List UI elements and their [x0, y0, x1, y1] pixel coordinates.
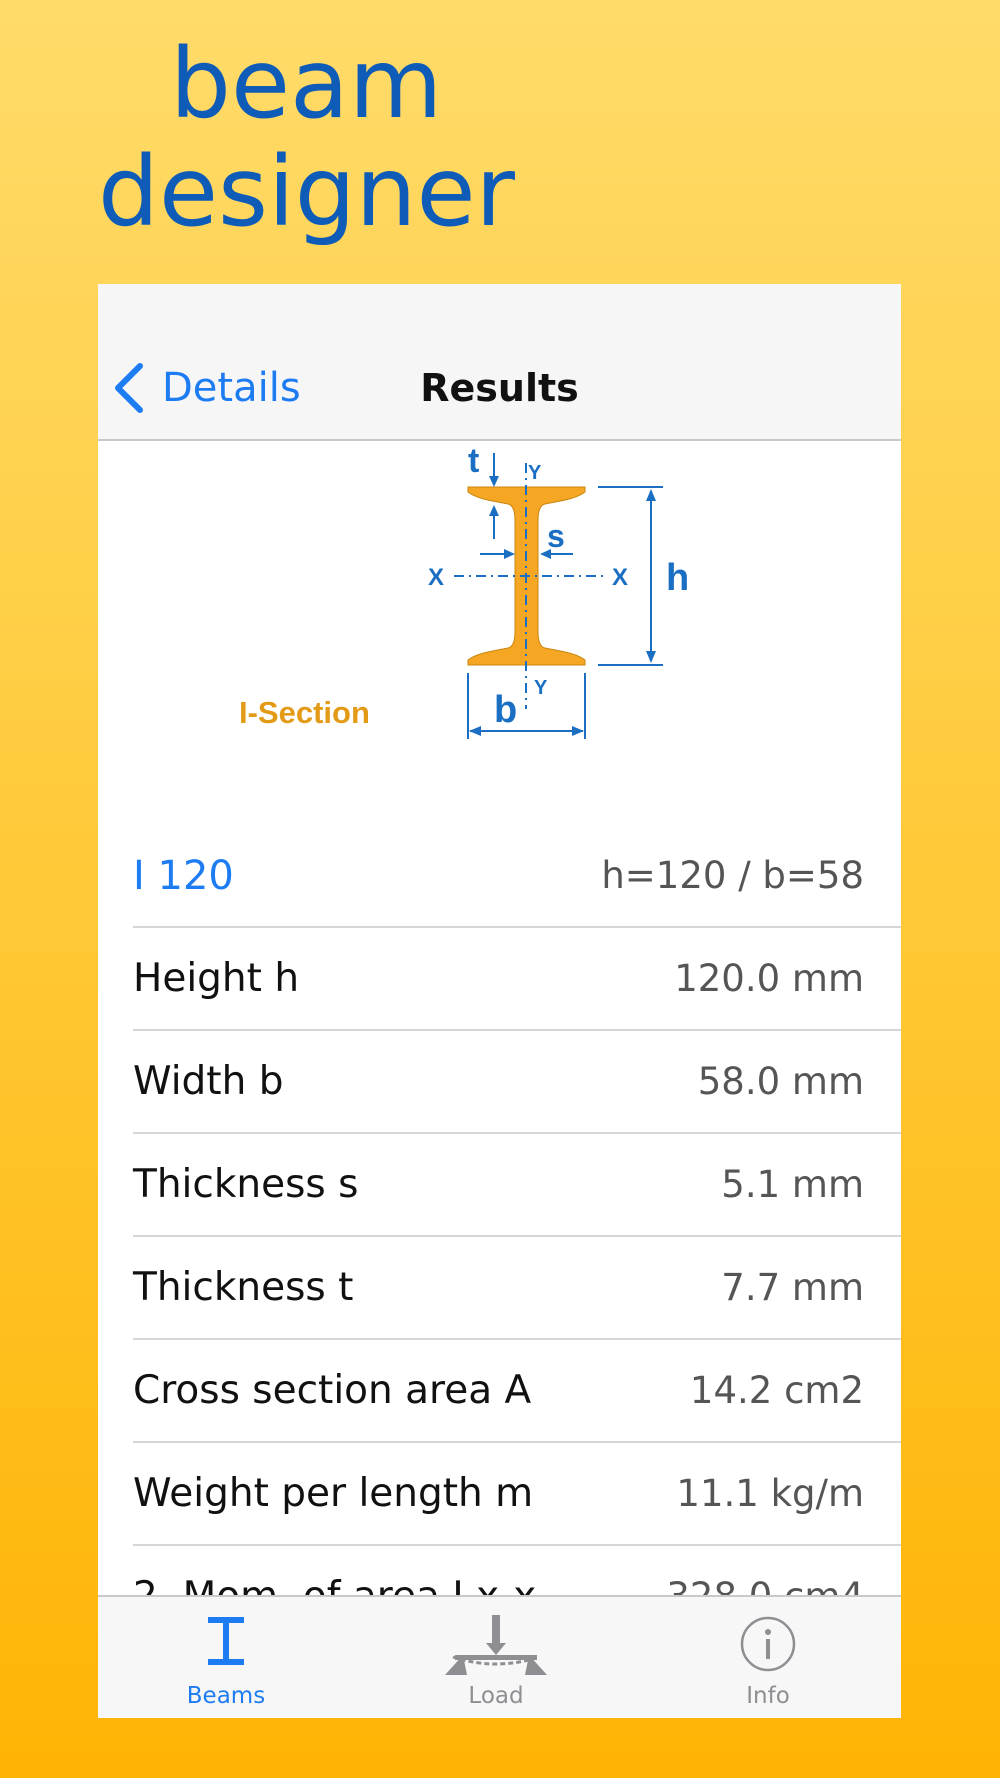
info-icon — [740, 1616, 796, 1672]
label-x-left: X — [428, 564, 444, 591]
row-value: 11.1 kg/m — [676, 1472, 864, 1515]
table-row: Weight per length m 11.1 kg/m — [133, 1443, 901, 1546]
section-type-label: I-Section — [239, 695, 370, 730]
i-beam-icon — [208, 1617, 244, 1665]
tab-info[interactable]: Info — [668, 1597, 868, 1718]
label-h: h — [666, 557, 689, 599]
results-table: I 120 h=120 / b=58 Height h 120.0 mm Wid… — [98, 825, 901, 1649]
label-x-right: X — [612, 564, 628, 591]
i-section-diagram: t Y s X X h Y b I-Section — [239, 442, 689, 739]
promo-title-line2: designer — [98, 136, 515, 248]
page-title: Results — [420, 366, 579, 410]
row-label: Thickness t — [133, 1265, 354, 1310]
beam-profile-row[interactable]: I 120 h=120 / b=58 — [133, 825, 901, 928]
tab-beams[interactable]: Beams — [126, 1597, 326, 1718]
beam-profile-dimensions: h=120 / b=58 — [601, 854, 864, 897]
label-y-top: Y — [528, 462, 542, 484]
label-s: s — [547, 518, 565, 554]
row-label: Height h — [133, 956, 300, 1001]
row-value: 14.2 cm2 — [689, 1369, 864, 1412]
beam-profile-name: I 120 — [133, 852, 234, 899]
label-y-bottom: Y — [534, 677, 548, 699]
table-row: Thickness s 5.1 mm — [133, 1134, 901, 1237]
tab-beams-label: Beams — [186, 1683, 266, 1709]
row-label: Cross section area A — [133, 1368, 532, 1413]
table-row: Cross section area A 14.2 cm2 — [133, 1340, 901, 1443]
tab-bar: Beams Load Info — [98, 1595, 901, 1718]
table-row: Thickness t 7.7 mm — [133, 1237, 901, 1340]
row-value: 7.7 mm — [721, 1266, 864, 1309]
tab-load-label: Load — [468, 1683, 524, 1709]
row-value: 120.0 mm — [674, 957, 864, 1000]
row-label: Thickness s — [133, 1162, 359, 1207]
label-t: t — [468, 442, 479, 480]
table-row: Height h 120.0 mm — [133, 928, 901, 1031]
phone-screen: Details Results t Y s X X h Y b I-Sectio… — [98, 284, 901, 1718]
row-value: 58.0 mm — [697, 1060, 864, 1103]
table-row: Width b 58.0 mm — [133, 1031, 901, 1134]
load-icon — [445, 1615, 547, 1675]
tab-load[interactable]: Load — [396, 1597, 596, 1718]
navigation-bar: Details Results — [98, 284, 901, 441]
row-label: Width b — [133, 1059, 284, 1104]
row-value: 5.1 mm — [721, 1163, 864, 1206]
promo-title-line1: beam — [170, 28, 443, 140]
row-label: Weight per length m — [133, 1471, 534, 1516]
tab-info-label: Info — [746, 1683, 790, 1709]
promo-title: beam designer — [0, 30, 600, 246]
label-b: b — [494, 689, 517, 731]
